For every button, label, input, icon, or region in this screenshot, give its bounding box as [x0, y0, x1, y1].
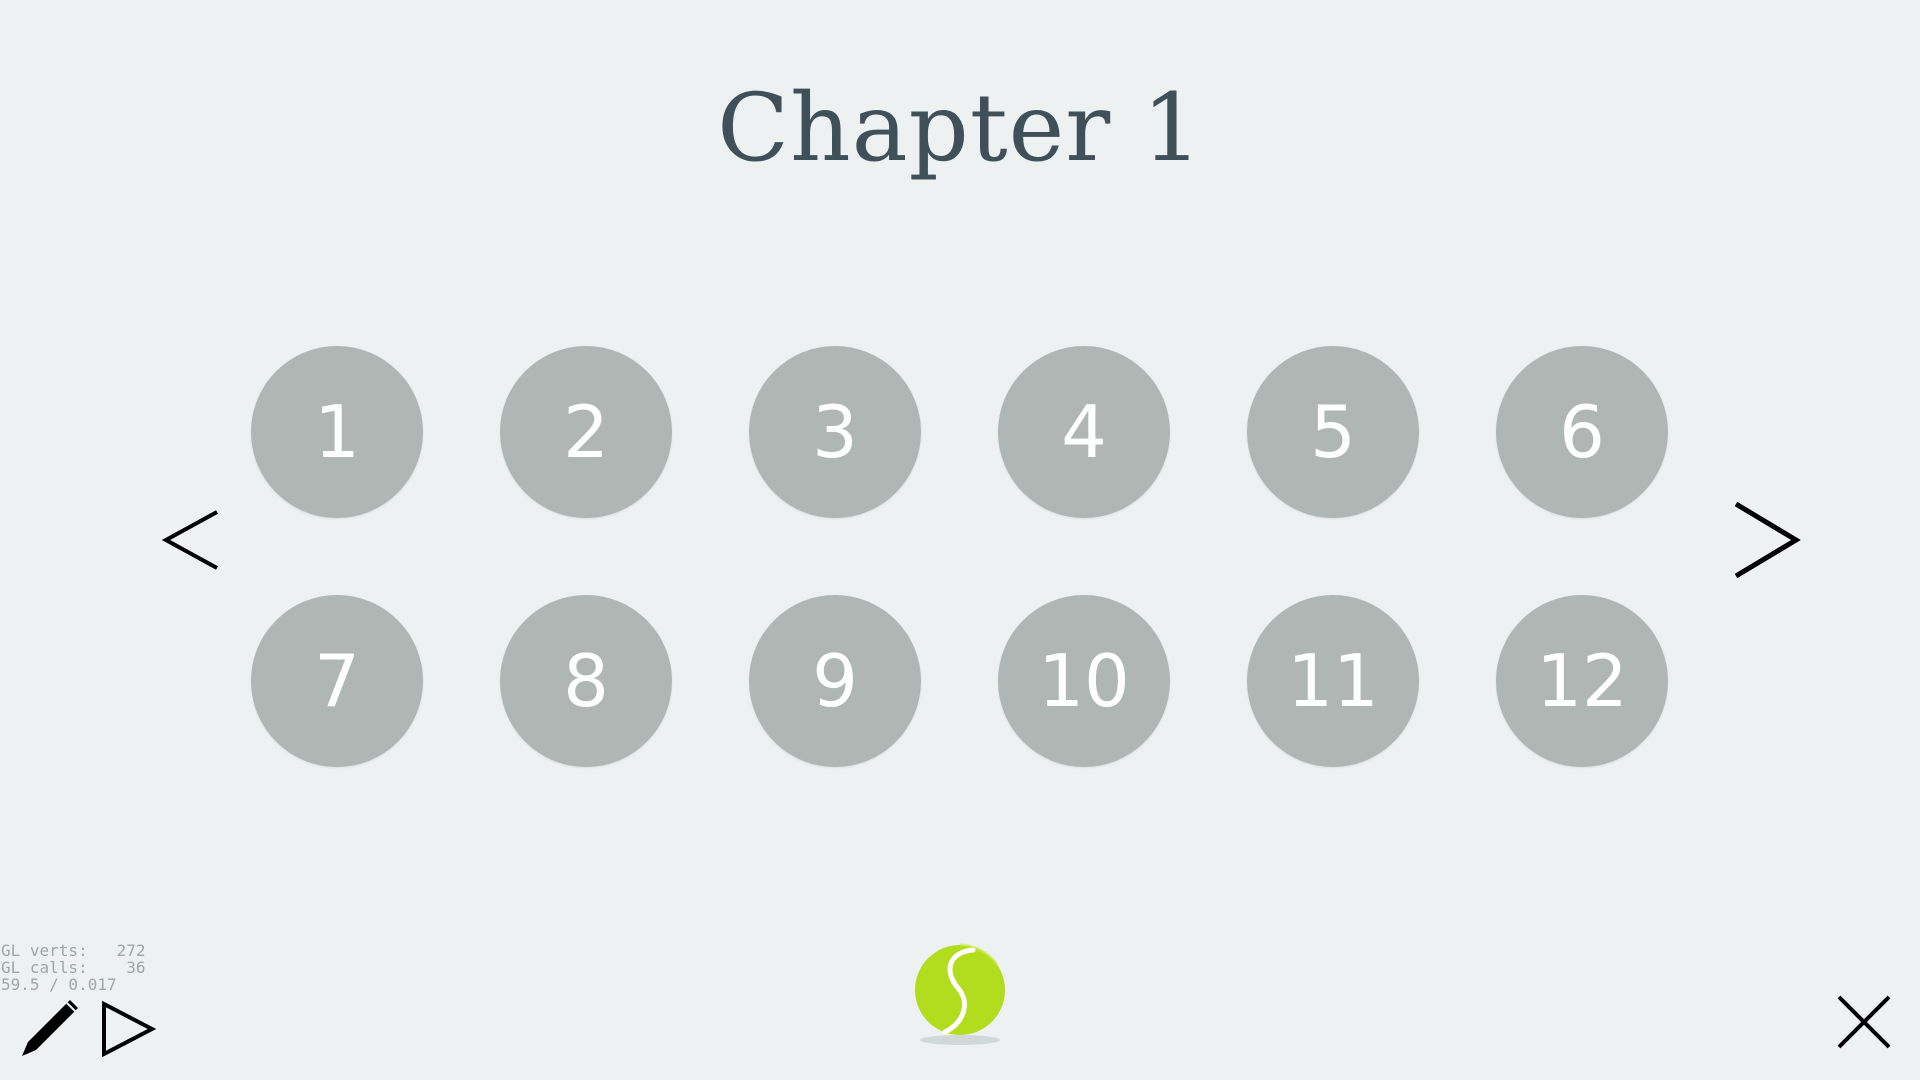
- level-button-6[interactable]: 6: [1496, 346, 1668, 518]
- play-icon[interactable]: [100, 1000, 157, 1058]
- level-button-4[interactable]: 4: [998, 346, 1170, 518]
- level-button-9[interactable]: 9: [749, 595, 921, 767]
- tennis-ball-icon: [910, 942, 1010, 1048]
- level-grid: 1 2 3 4 5 6 7 8 9 10 11 12: [251, 346, 1671, 768]
- level-button-5[interactable]: 5: [1247, 346, 1419, 518]
- debug-fps: 59.5 / 0.017: [1, 975, 117, 994]
- level-button-2[interactable]: 2: [500, 346, 672, 518]
- level-button-7[interactable]: 7: [251, 595, 423, 767]
- level-button-3[interactable]: 3: [749, 346, 921, 518]
- chevron-left-icon[interactable]: [161, 508, 222, 572]
- chevron-right-icon[interactable]: [1730, 500, 1802, 580]
- level-button-10[interactable]: 10: [998, 595, 1170, 767]
- level-button-1[interactable]: 1: [251, 346, 423, 518]
- chapter-title: Chapter 1: [717, 74, 1203, 183]
- debug-gl-calls: GL calls: 36: [1, 958, 146, 977]
- level-button-11[interactable]: 11: [1247, 595, 1419, 767]
- pencil-icon[interactable]: [20, 996, 82, 1058]
- level-button-12[interactable]: 12: [1496, 595, 1668, 767]
- debug-stats: GL verts: 272 GL calls: 36 59.5 / 0.017: [1, 942, 146, 993]
- close-icon[interactable]: [1836, 994, 1892, 1050]
- level-button-8[interactable]: 8: [500, 595, 672, 767]
- debug-gl-verts: GL verts: 272: [1, 941, 146, 960]
